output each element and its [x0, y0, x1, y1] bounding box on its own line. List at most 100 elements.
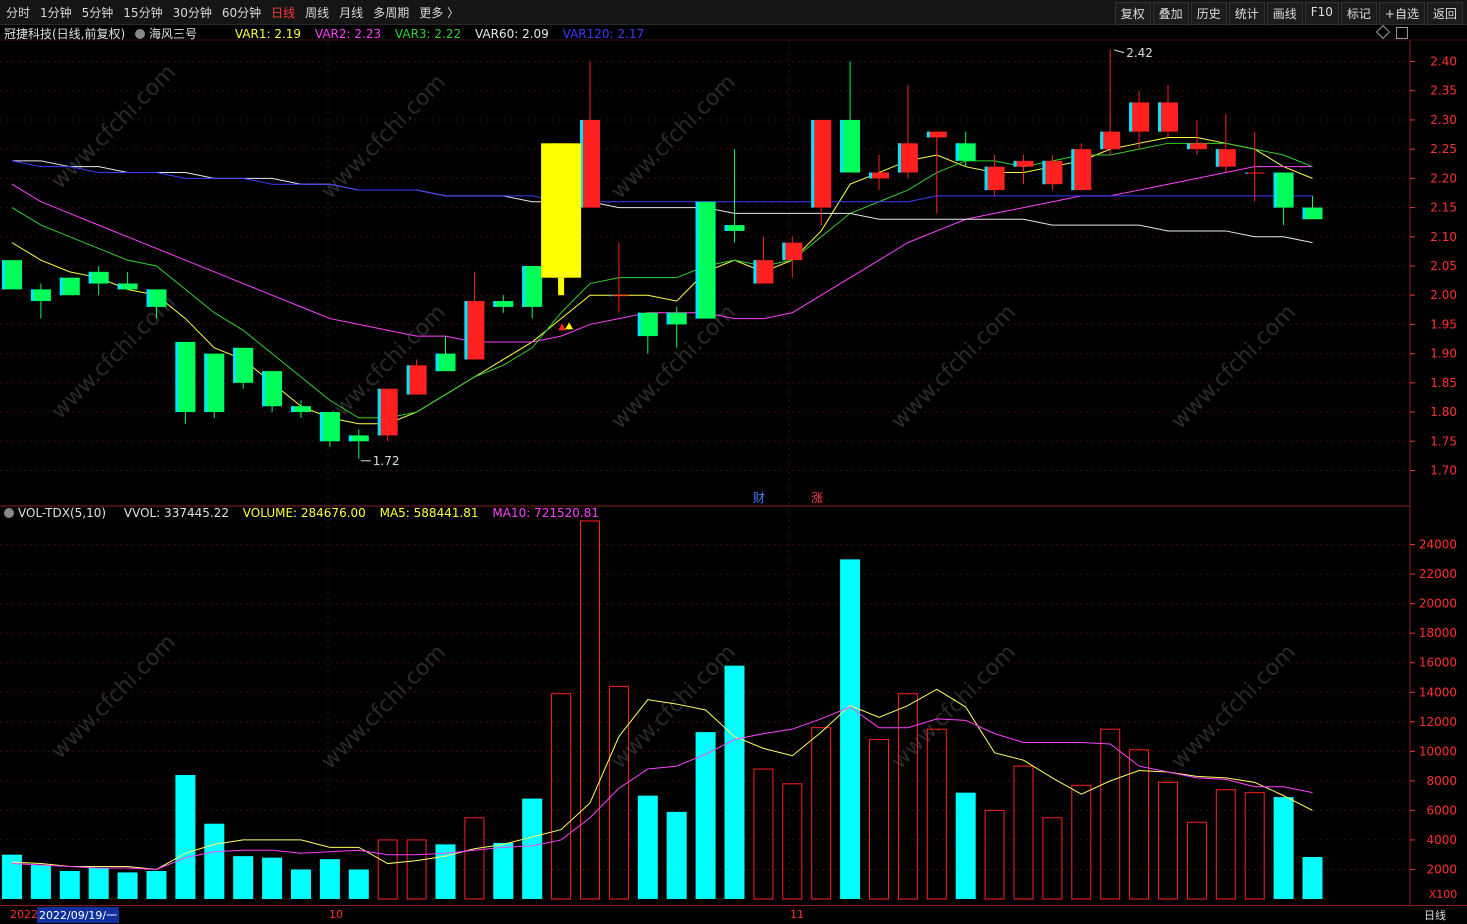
vol-indicator-dot-icon [4, 508, 14, 518]
high-label: 2.42 [1126, 46, 1153, 60]
var120-value: VAR120: 2.17 [562, 27, 645, 41]
volume-bar [2, 854, 22, 899]
vol-indicator-name: VOL-TDX(5,10) [18, 506, 107, 520]
candle-edge [30, 289, 34, 302]
volume-bar [1013, 765, 1034, 900]
candle-edge [811, 119, 815, 208]
volume-bar [1273, 797, 1294, 899]
candle-body [580, 119, 600, 208]
signal-arrow-yellow-icon [565, 322, 574, 330]
candle-edge [1302, 207, 1306, 220]
period-tab-9[interactable]: 多周期 [373, 4, 409, 21]
line-var120 [11, 160, 1313, 203]
candle [1013, 155, 1034, 185]
volume-axis: 2000 4000 6000 8000 10000 12000 14000 16000 1800… [1410, 538, 1457, 901]
candle [59, 277, 80, 296]
volume-bar [897, 693, 918, 900]
candle-body [88, 271, 109, 284]
candle-edge [435, 353, 439, 372]
period-tab-4[interactable]: 30分钟 [173, 4, 212, 21]
volume-tick-label: 2000 [1426, 862, 1457, 876]
candle-body [666, 312, 687, 325]
price-tick-label: 1.95 [1430, 317, 1457, 331]
period-tab-10[interactable]: 更多 〉 [419, 4, 459, 21]
volume-bar [1215, 789, 1236, 900]
watermark-text: www.cfchi.com [1167, 640, 1301, 774]
vol-indicator-toggle[interactable]: VOL-TDX(5,10) [4, 506, 116, 520]
volume-bar [984, 809, 1005, 900]
candle-body [608, 295, 629, 297]
candle-edge [1129, 102, 1133, 132]
candle-body [348, 435, 369, 442]
period-tab-2[interactable]: 5分钟 [82, 4, 114, 21]
candle-edge [175, 341, 179, 413]
candle-body [869, 172, 889, 179]
candle [406, 359, 427, 395]
volume-value: VOLUME: 284676.00 [242, 506, 366, 520]
period-tab-1[interactable]: 1分钟 [40, 4, 72, 21]
candle [637, 312, 658, 354]
action-button-1[interactable]: 叠加 [1152, 2, 1189, 25]
action-button-0[interactable]: 复权 [1114, 2, 1151, 25]
volume-bar [1129, 749, 1150, 900]
volume-bar [1158, 781, 1178, 900]
indicator-toggle[interactable]: 海风三号 [135, 27, 207, 41]
volume-bar [146, 870, 167, 899]
volume-bar [464, 817, 485, 900]
candle-body [493, 301, 514, 307]
stock-chart[interactable]: 1.70 1.75 1.80 1.85 1.90 1.95 2.00 2.05 2.10 2.15… [0, 0, 1467, 923]
action-button-7[interactable]: +自选 [1378, 2, 1425, 25]
volume-tick-label: 12000 [1419, 715, 1457, 729]
action-buttons: 复权 叠加 历史 统计 画线 F10 标记 +自选 返回 [1114, 2, 1463, 25]
candle-body [926, 131, 947, 138]
price-tick-label: 2.10 [1430, 230, 1457, 244]
volume-bar [1302, 856, 1323, 899]
action-button-8[interactable]: 返回 [1426, 2, 1463, 25]
volume-bar [1042, 817, 1063, 900]
panel-toggle-icon[interactable] [1396, 27, 1408, 39]
candle-body [1158, 102, 1178, 132]
low-label: 1.72 [373, 454, 400, 468]
candle-edge [146, 289, 150, 307]
candle-body [117, 283, 138, 290]
period-tab-8[interactable]: 月线 [339, 4, 363, 21]
action-button-5[interactable]: F10 [1304, 2, 1339, 25]
line-var2 [11, 166, 1313, 343]
period-tab-0[interactable]: 分时 [6, 4, 30, 21]
high-pointer [1114, 49, 1125, 54]
candle [1186, 119, 1207, 155]
cursor-date: 2022/09/19/一 [37, 907, 120, 923]
candle [608, 242, 629, 313]
watermark-text: www.cfchi.com [1167, 300, 1301, 434]
volume-bar [753, 768, 774, 900]
candle-body [782, 242, 803, 261]
month-oct: 10 [329, 908, 343, 921]
candle-edge [984, 166, 988, 191]
candle-edge [377, 388, 381, 436]
volume-bar [435, 844, 456, 899]
candle-edge [1215, 149, 1219, 167]
candle-edge [1244, 172, 1248, 174]
action-button-3[interactable]: 统计 [1228, 2, 1265, 25]
volume-tick-label: 20000 [1419, 597, 1457, 611]
candle [926, 131, 947, 214]
period-tab-3[interactable]: 15分钟 [123, 4, 162, 21]
candle [464, 271, 485, 360]
period-tab-5[interactable]: 60分钟 [222, 4, 261, 21]
candle [377, 388, 398, 442]
action-button-6[interactable]: 标记 [1340, 2, 1377, 25]
var1-value: VAR1: 2.19 [234, 27, 302, 41]
volume-bar [522, 798, 543, 899]
action-button-2[interactable]: 历史 [1190, 2, 1227, 25]
candle-body [1042, 160, 1063, 185]
diamond-icon[interactable] [1375, 24, 1391, 40]
candle-edge [1100, 131, 1104, 150]
period-label[interactable]: 日线 [1424, 907, 1446, 923]
price-tick-label: 1.85 [1430, 376, 1457, 390]
candle [1100, 49, 1121, 155]
candle [1244, 131, 1265, 202]
action-button-4[interactable]: 画线 [1266, 2, 1303, 25]
period-tab-7[interactable]: 周线 [305, 4, 329, 21]
candle-body [637, 312, 658, 337]
period-tab-6[interactable]: 日线 [271, 4, 295, 21]
